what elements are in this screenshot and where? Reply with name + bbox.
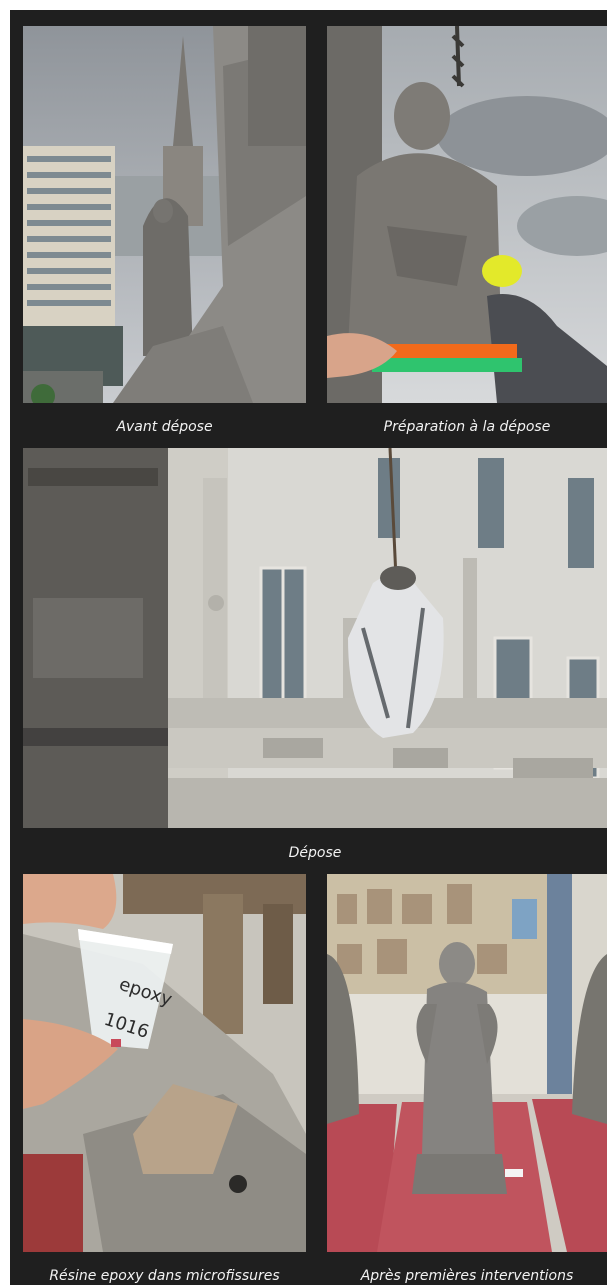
photo-before-removal-image: [23, 26, 306, 403]
photo-after-interventions: [327, 874, 607, 1252]
caption-removal: Dépose: [288, 845, 342, 861]
photo-removal-image: [23, 448, 607, 828]
photo-collage-panel: Avant dépose Préparation à la dépose Dép…: [10, 10, 607, 1285]
caption-preparation: Préparation à la dépose: [383, 419, 551, 435]
page: Avant dépose Préparation à la dépose Dép…: [0, 0, 607, 1285]
photo-removal: [23, 448, 607, 828]
photo-preparation: [327, 26, 607, 403]
photo-after-interventions-image: [327, 874, 607, 1252]
photo-preparation-image: [327, 26, 607, 403]
photo-epoxy-resin: epoxy 1016: [23, 874, 306, 1252]
photo-epoxy-resin-image: epoxy 1016: [23, 874, 306, 1252]
caption-before-removal: Avant dépose: [116, 419, 213, 435]
photo-before-removal: [23, 26, 306, 403]
caption-epoxy-resin: Résine epoxy dans microfissures: [49, 1268, 280, 1284]
caption-after-interventions: Après premières interventions: [360, 1268, 574, 1284]
